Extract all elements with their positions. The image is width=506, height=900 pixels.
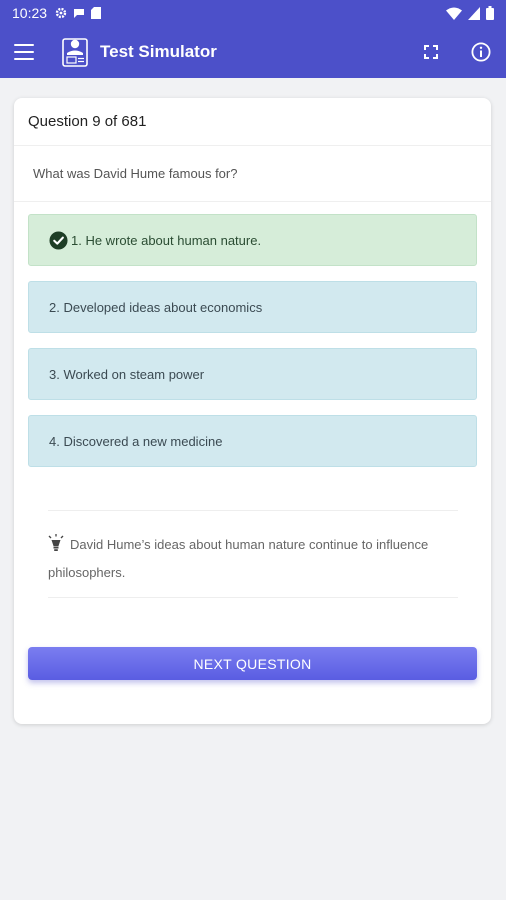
answer-label: 3. Worked on steam power <box>49 366 205 382</box>
status-time: 10:23 <box>12 5 48 21</box>
answer-option-4[interactable]: 4. Discovered a new medicine <box>28 415 477 467</box>
chat-icon <box>74 9 85 18</box>
info-button[interactable] <box>470 41 492 63</box>
next-question-button[interactable]: NEXT QUESTION <box>28 647 477 680</box>
answer-label: 1. He wrote about human nature. <box>71 232 262 248</box>
signal-icon <box>468 6 480 20</box>
answer-list: 1. He wrote about human nature. 2. Devel… <box>28 214 477 482</box>
battery-icon <box>486 6 494 20</box>
app-bar: Test Simulator <box>0 26 506 78</box>
sd-card-icon <box>91 7 102 19</box>
menu-icon[interactable] <box>14 44 34 60</box>
hint-box: David Hume’s ideas about human nature co… <box>48 510 458 598</box>
answer-option-3[interactable]: 3. Worked on steam power <box>28 348 477 400</box>
hint-text: David Hume’s ideas about human nature co… <box>48 537 429 580</box>
fullscreen-icon <box>424 45 438 59</box>
app-title: Test Simulator <box>100 42 217 61</box>
status-notification-icons <box>55 7 102 19</box>
fullscreen-button[interactable] <box>420 41 442 63</box>
question-text: What was David Hume famous for? <box>14 146 491 202</box>
question-card: Question 9 of 681 What was David Hume fa… <box>14 98 491 724</box>
answer-option-2[interactable]: 2. Developed ideas about economics <box>28 281 477 333</box>
answer-label: 2. Developed ideas about economics <box>49 299 263 315</box>
settings-icon <box>55 7 67 19</box>
wifi-icon <box>446 7 462 20</box>
answer-option-1[interactable]: 1. He wrote about human nature. <box>28 214 477 266</box>
info-icon <box>471 42 491 62</box>
question-counter: Question 9 of 681 <box>14 98 491 146</box>
app-logo-icon <box>62 38 88 67</box>
check-circle-icon <box>49 230 68 250</box>
lightbulb-icon <box>48 534 64 551</box>
status-bar: 10:23 <box>0 0 506 26</box>
answer-label: 4. Discovered a new medicine <box>49 433 223 449</box>
